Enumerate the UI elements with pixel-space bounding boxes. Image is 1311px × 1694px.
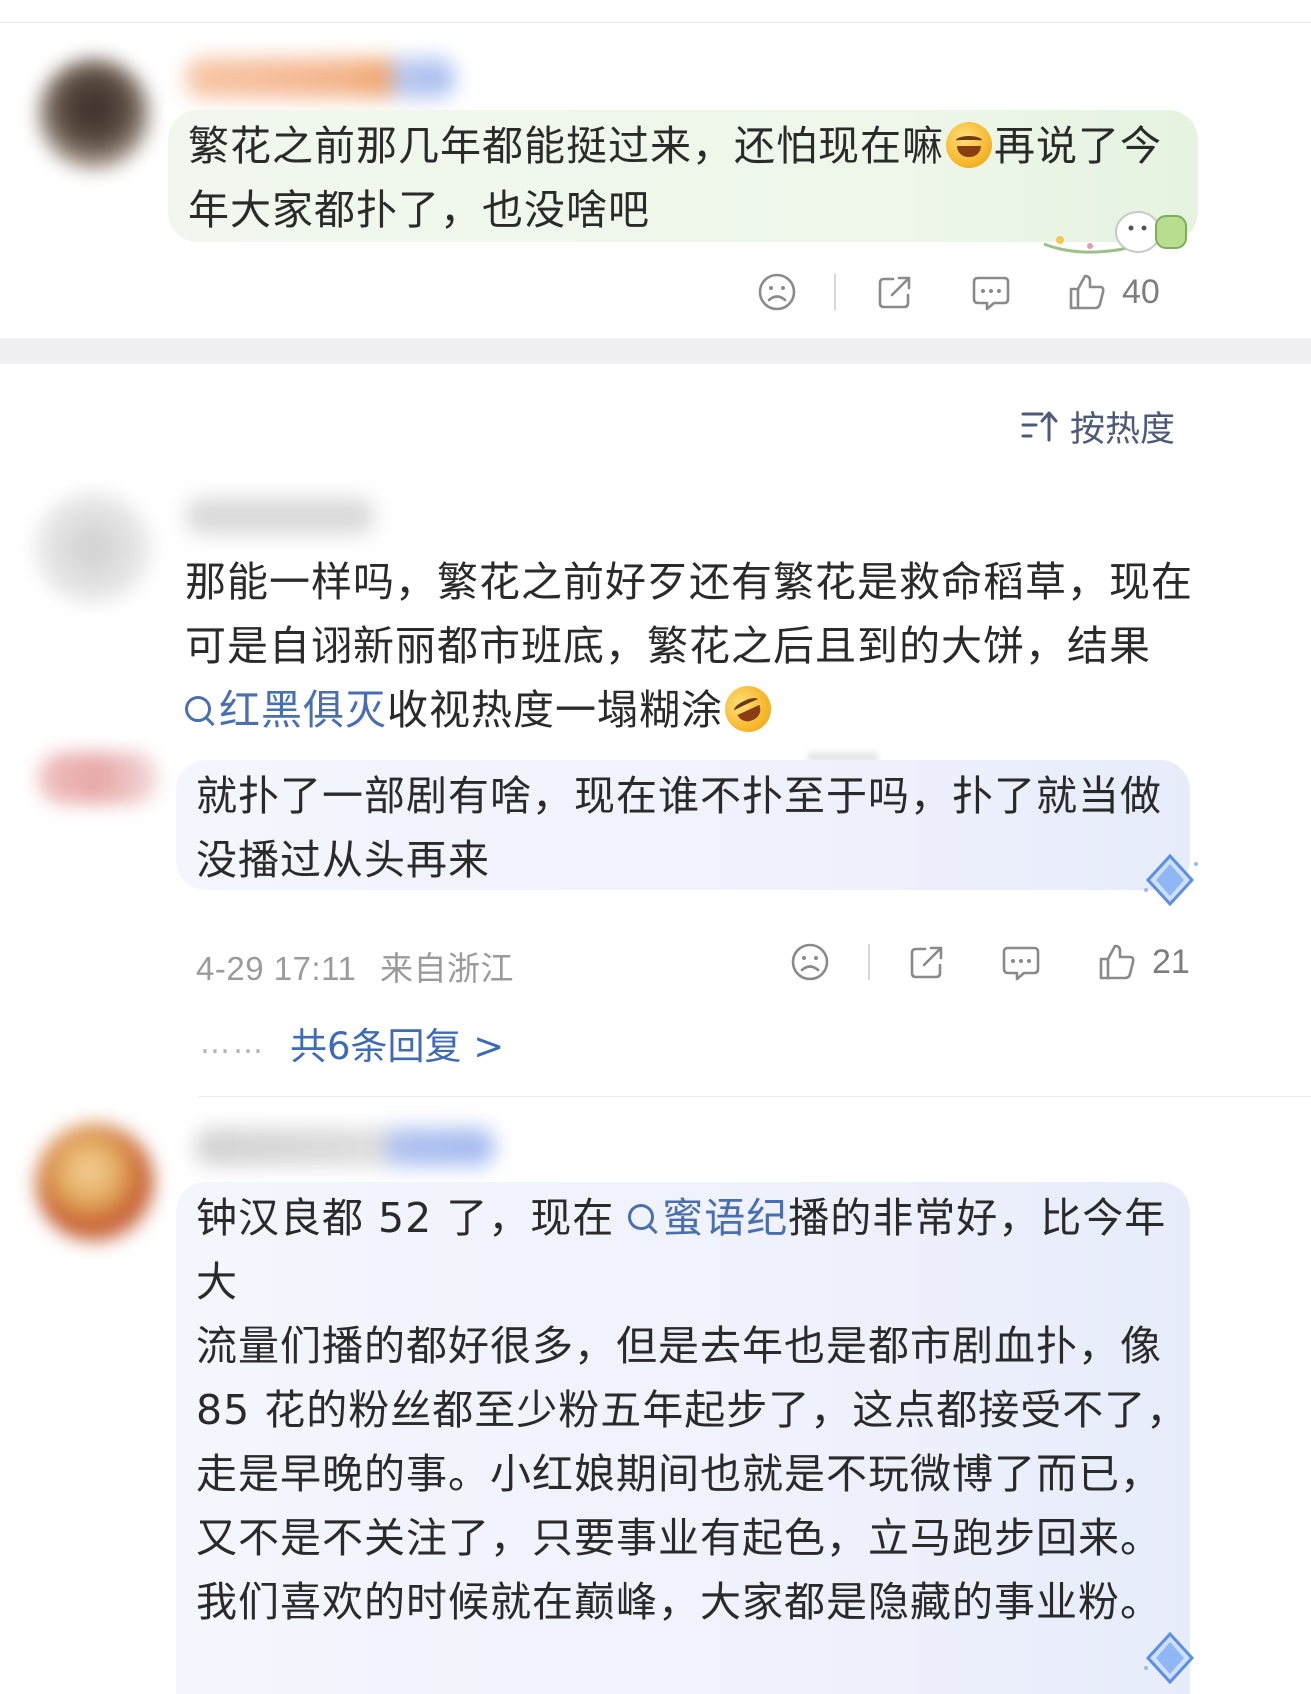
like-button[interactable]: 21 bbox=[1096, 932, 1190, 992]
thumbs-up-icon bbox=[1069, 274, 1105, 310]
section-separator bbox=[0, 338, 1311, 364]
username-blurred[interactable] bbox=[195, 1128, 495, 1166]
action-bar: 40 bbox=[0, 262, 1311, 322]
share-icon bbox=[910, 946, 943, 979]
comment-text: 走是早晚的事。小红娘期间也就是不玩微博了而已， bbox=[196, 1450, 1162, 1498]
action-divider bbox=[834, 274, 836, 310]
sad-face-icon bbox=[791, 943, 829, 981]
comment-button[interactable] bbox=[970, 262, 1012, 322]
comment-text: 我们喜欢的时候就在巅峰，大家都是隐藏的事业粉。 bbox=[196, 1578, 1162, 1626]
thumbs-up-icon bbox=[1099, 944, 1135, 980]
comment-text-block: 那能一样吗，繁花之前好歹还有繁花是救命稻草，现在 可是自诩新丽都市班底，繁花之后… bbox=[185, 550, 1285, 742]
sad-face-icon bbox=[758, 273, 796, 311]
username-blurred[interactable] bbox=[185, 58, 455, 98]
avatar[interactable] bbox=[38, 58, 150, 170]
comment-icon bbox=[972, 276, 1010, 311]
like-count: 40 bbox=[1122, 272, 1160, 311]
reply-avatar[interactable] bbox=[38, 752, 158, 804]
like-button[interactable]: 40 bbox=[1066, 262, 1160, 322]
comment-text: 流量们播的都好很多，但是去年也是都市剧血扑，像 bbox=[196, 1322, 1162, 1370]
comment-button[interactable] bbox=[1000, 932, 1042, 992]
bubble-decoration-icon bbox=[1043, 211, 1187, 254]
share-icon bbox=[878, 276, 911, 309]
rolling-laughing-emoji-icon bbox=[717, 678, 779, 740]
topic-link[interactable]: 红黑俱灭 bbox=[185, 686, 387, 734]
comment-text: 85 花的粉丝都至少粉五年起步了，这点都接受不了， bbox=[196, 1386, 1189, 1434]
comment-text: 又不是不关注了，只要事业有起色，立马跑步回来。 bbox=[196, 1514, 1162, 1562]
reply-bubble: 就扑了一部剧有啥，现在谁不扑至于吗，扑了就当做 没播过从头再来 bbox=[176, 760, 1190, 890]
more-replies-row: …… 共6条回复 > bbox=[200, 1018, 504, 1068]
comment-text: 可是自诩新丽都市班底，繁花之后且到的大饼，结果 bbox=[185, 622, 1151, 670]
username-blurred[interactable] bbox=[185, 498, 375, 534]
comment-text: 钟汉良都 52 了，现在 bbox=[196, 1194, 615, 1242]
share-button[interactable] bbox=[906, 932, 948, 992]
comment-icon bbox=[1002, 946, 1040, 981]
action-bar: 21 bbox=[0, 932, 1311, 992]
top-divider bbox=[0, 22, 1311, 23]
comment-text: 繁花之前那几年都能挺过来，还怕现在嘛 bbox=[188, 122, 944, 170]
sort-icon bbox=[1021, 411, 1058, 442]
comment-bubble: 钟汉良都 52 了，现在 蜜语纪播的非常好，比今年大 流量们播的都好很多，但是去… bbox=[176, 1182, 1190, 1694]
diamond-badge-icon bbox=[1144, 853, 1198, 907]
search-icon bbox=[185, 696, 211, 722]
comment-text: 收视热度一塌糊涂 bbox=[387, 686, 723, 734]
avatar[interactable] bbox=[36, 1124, 154, 1242]
avatar[interactable] bbox=[34, 492, 152, 604]
laughing-emoji-icon bbox=[946, 122, 992, 168]
search-icon bbox=[628, 1204, 655, 1230]
comment-text: 那能一样吗，繁花之前好歹还有繁花是救命稻草，现在 bbox=[185, 558, 1193, 606]
like-count: 21 bbox=[1152, 942, 1190, 981]
topic-link[interactable]: 蜜语纪 bbox=[628, 1194, 788, 1242]
dots: …… bbox=[200, 1025, 266, 1061]
reply-text: 就扑了一部剧有啥，现在谁不扑至于吗，扑了就当做 bbox=[196, 772, 1162, 820]
sort-toggle[interactable]: 按热度 bbox=[1020, 402, 1175, 450]
dislike-button[interactable] bbox=[756, 262, 798, 322]
comment-text: 再说了今 bbox=[994, 122, 1162, 170]
action-divider bbox=[868, 944, 870, 980]
reply-text: 没播过从头再来 bbox=[196, 836, 490, 884]
dislike-button[interactable] bbox=[789, 932, 831, 992]
more-replies-link[interactable]: 共6条回复 > bbox=[290, 1016, 504, 1070]
diamond-badge-icon bbox=[1144, 1631, 1195, 1685]
share-button[interactable] bbox=[874, 262, 916, 322]
sort-label: 按热度 bbox=[1070, 409, 1176, 450]
comment-divider bbox=[198, 1096, 1311, 1097]
